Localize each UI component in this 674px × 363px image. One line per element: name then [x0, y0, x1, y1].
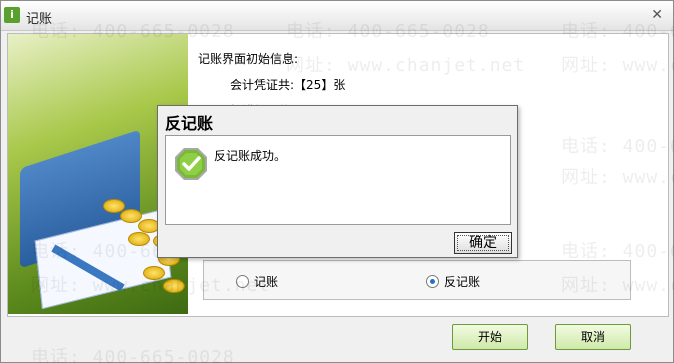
cancel-button[interactable]: 取消 — [555, 324, 631, 350]
posting-window: i 记账 ✕ 记账界面初始信息: 会计凭证共:【25】张 标错凭证共:【0】张 — [0, 0, 674, 363]
start-button[interactable]: 开始 — [452, 324, 528, 350]
app-icon: i — [4, 7, 20, 23]
unpost-option[interactable]: 反记账 — [426, 273, 480, 290]
unpost-success-dialog: 反记账 反记账成功。 确定 — [157, 105, 518, 258]
coin-graphic — [120, 209, 142, 223]
footer-bar: 开始 取消 — [7, 317, 669, 362]
dialog-title: 反记账 — [165, 114, 214, 133]
voucher-count: 会计凭证共:【25】张 — [230, 78, 346, 92]
unpost-radio[interactable] — [426, 275, 439, 288]
close-icon[interactable]: ✕ — [651, 7, 663, 23]
title-bar: i 记账 ✕ — [1, 1, 673, 31]
posting-mode-group: 记账 反记账 — [203, 260, 631, 300]
dialog-message: 反记账成功。 — [214, 149, 287, 163]
coin-graphic — [143, 266, 165, 280]
success-check-icon — [175, 148, 207, 180]
window-title: 记账 — [26, 12, 53, 27]
post-radio[interactable] — [236, 275, 249, 288]
coin-graphic — [163, 279, 185, 293]
dialog-content: 反记账成功。 — [165, 135, 511, 225]
info-heading: 记账界面初始信息: — [198, 52, 299, 66]
coin-graphic — [128, 232, 150, 246]
ok-button[interactable]: 确定 — [454, 232, 512, 254]
post-option[interactable]: 记账 — [236, 273, 278, 290]
post-radio-label: 记账 — [254, 275, 279, 289]
unpost-radio-label: 反记账 — [444, 275, 481, 289]
